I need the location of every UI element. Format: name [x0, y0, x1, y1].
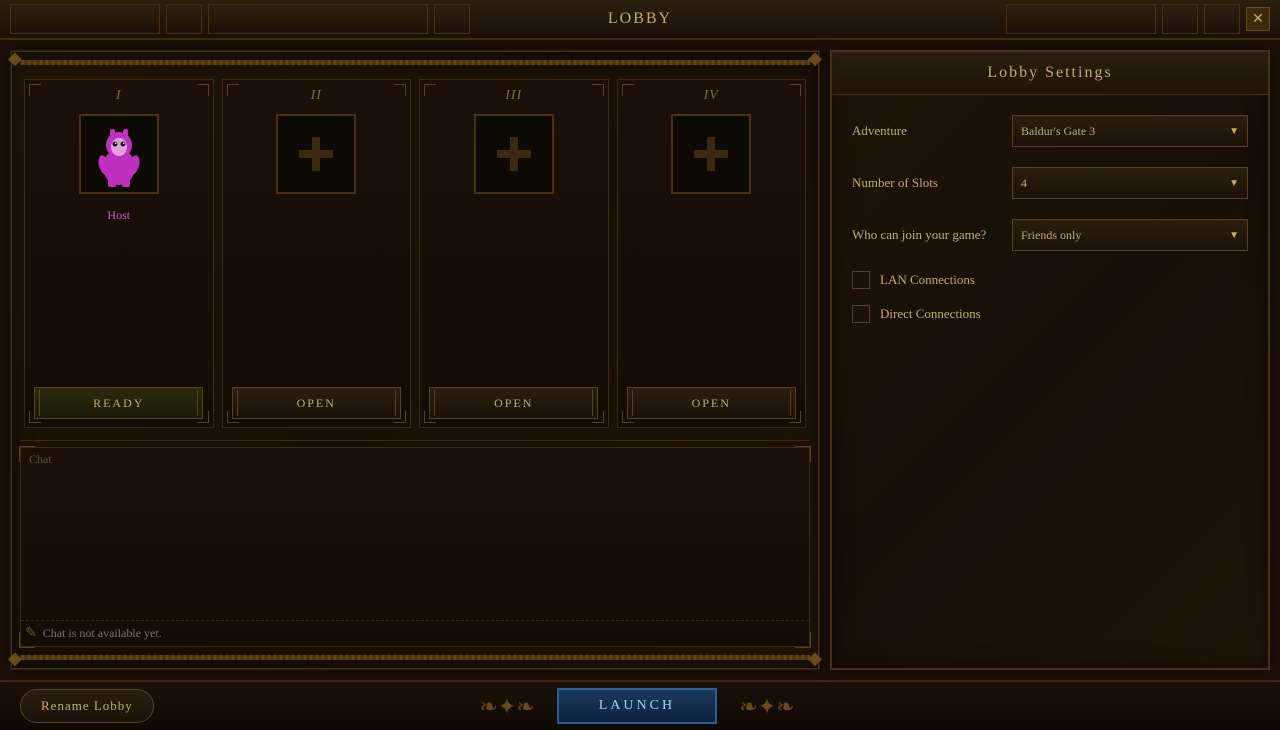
player-slot-2: II OPEN [222, 79, 412, 428]
corner-tr: ◆ [798, 48, 822, 72]
slots-row: Number of Slots 4 ▼ [852, 167, 1248, 199]
chat-input[interactable] [43, 626, 805, 641]
bottom-center: ❧✦❧ LAUNCH ❧✦❧ [457, 686, 817, 726]
chat-corner-bl [19, 632, 35, 648]
rename-lobby-button[interactable]: Rename Lobby [20, 689, 154, 723]
slots-dropdown-arrow: ▼ [1229, 178, 1239, 189]
top-segment-2 [166, 4, 202, 34]
svg-text:❧✦❧: ❧✦❧ [479, 694, 534, 719]
slot3-avatar [474, 114, 554, 194]
chat-area: Chat ✎ [20, 447, 810, 647]
player-slot-3: III OPEN [419, 79, 609, 428]
join-label: Who can join your game? [852, 227, 1012, 243]
slot1-name: Host [107, 208, 130, 223]
slot2-button[interactable]: OPEN [232, 387, 401, 419]
bottom-ornament-left: ❧✦❧ [457, 686, 557, 726]
lan-row: LAN Connections [852, 271, 1248, 289]
divider [20, 440, 810, 441]
adventure-value: Baldur's Gate 3 [1021, 124, 1095, 139]
corner-bl: ◆ [8, 648, 32, 672]
slot3-button[interactable]: OPEN [429, 387, 598, 419]
bottom-bar: Rename Lobby ❧✦❧ LAUNCH ❧✦❧ [0, 680, 1280, 730]
slot2-empty-svg [281, 119, 351, 189]
bottom-ornament-right: ❧✦❧ [717, 686, 817, 726]
slot2-corner-tr [394, 84, 406, 96]
slot2-avatar [276, 114, 356, 194]
chat-corner-tl [19, 446, 35, 462]
top-segment-3 [208, 4, 428, 34]
slot2-corner-tl [227, 84, 239, 96]
slots-label: Number of Slots [852, 175, 1012, 191]
adventure-row: Adventure Baldur's Gate 3 ▼ [852, 115, 1248, 147]
chat-corner-tr [795, 446, 811, 462]
slot4-empty-svg [676, 119, 746, 189]
close-button[interactable]: ✕ [1246, 7, 1270, 31]
slot3-empty-svg [479, 119, 549, 189]
slot4-corner-tl [622, 84, 634, 96]
top-segment-1 [10, 4, 160, 34]
svg-text:❧✦❧: ❧✦❧ [739, 694, 794, 719]
join-row: Who can join your game? Friends only ▼ [852, 219, 1248, 251]
slot2-number: II [311, 88, 322, 104]
wavy-top [20, 60, 810, 65]
slot1-corner-tl [29, 84, 41, 96]
join-value: Friends only [1021, 228, 1081, 243]
top-segment-6 [1162, 4, 1198, 34]
slot4-avatar [671, 114, 751, 194]
corner-tl: ◆ [8, 48, 32, 72]
slot1-button[interactable]: READY [34, 387, 203, 419]
settings-title: Lobby Settings [987, 64, 1112, 81]
player-slot-4: IV OPEN [617, 79, 807, 428]
slot4-button[interactable]: OPEN [627, 387, 796, 419]
slot3-number: III [505, 88, 522, 104]
lobby-title: Lobby [608, 10, 672, 28]
slot3-corner-tr [592, 84, 604, 96]
join-dropdown[interactable]: Friends only ▼ [1012, 219, 1248, 251]
adventure-dropdown[interactable]: Baldur's Gate 3 ▼ [1012, 115, 1248, 147]
chat-label: Chat [21, 448, 809, 471]
slot1-character-svg [84, 119, 154, 189]
top-segment-4 [434, 4, 470, 34]
top-segment-5 [1006, 4, 1156, 34]
slot4-corner-tr [789, 84, 801, 96]
left-panel: ◆ ◆ ◆ ◆ I [10, 50, 820, 670]
join-dropdown-arrow: ▼ [1229, 230, 1239, 241]
player-slot-1: I [24, 79, 214, 428]
settings-title-bar: Lobby Settings [832, 52, 1268, 95]
slot1-avatar [79, 114, 159, 194]
slot4-number: IV [704, 88, 719, 104]
direct-label: Direct Connections [880, 306, 981, 322]
adventure-dropdown-arrow: ▼ [1229, 126, 1239, 137]
chat-corner-br [795, 632, 811, 648]
slot1-number: I [116, 88, 122, 104]
chat-messages [21, 471, 809, 620]
lan-checkbox[interactable] [852, 271, 870, 289]
slot1-corner-tr [197, 84, 209, 96]
settings-content: Adventure Baldur's Gate 3 ▼ Number of Sl… [832, 95, 1268, 668]
slot3-corner-tl [424, 84, 436, 96]
slots-dropdown[interactable]: 4 ▼ [1012, 167, 1248, 199]
direct-checkbox[interactable] [852, 305, 870, 323]
right-panel: Lobby Settings Adventure Baldur's Gate 3… [830, 50, 1270, 670]
lan-label: LAN Connections [880, 272, 975, 288]
slots-value: 4 [1021, 176, 1027, 191]
chat-input-row[interactable]: ✎ [21, 620, 809, 646]
top-segment-7 [1204, 4, 1240, 34]
player-slots: I [20, 69, 810, 438]
direct-row: Direct Connections [852, 305, 1248, 323]
corner-br: ◆ [798, 648, 822, 672]
top-bar: Lobby ✕ [0, 0, 1280, 40]
launch-button[interactable]: LAUNCH [557, 688, 717, 724]
wavy-bottom [20, 655, 810, 660]
adventure-label: Adventure [852, 123, 1012, 139]
main-content: ◆ ◆ ◆ ◆ I [0, 40, 1280, 680]
